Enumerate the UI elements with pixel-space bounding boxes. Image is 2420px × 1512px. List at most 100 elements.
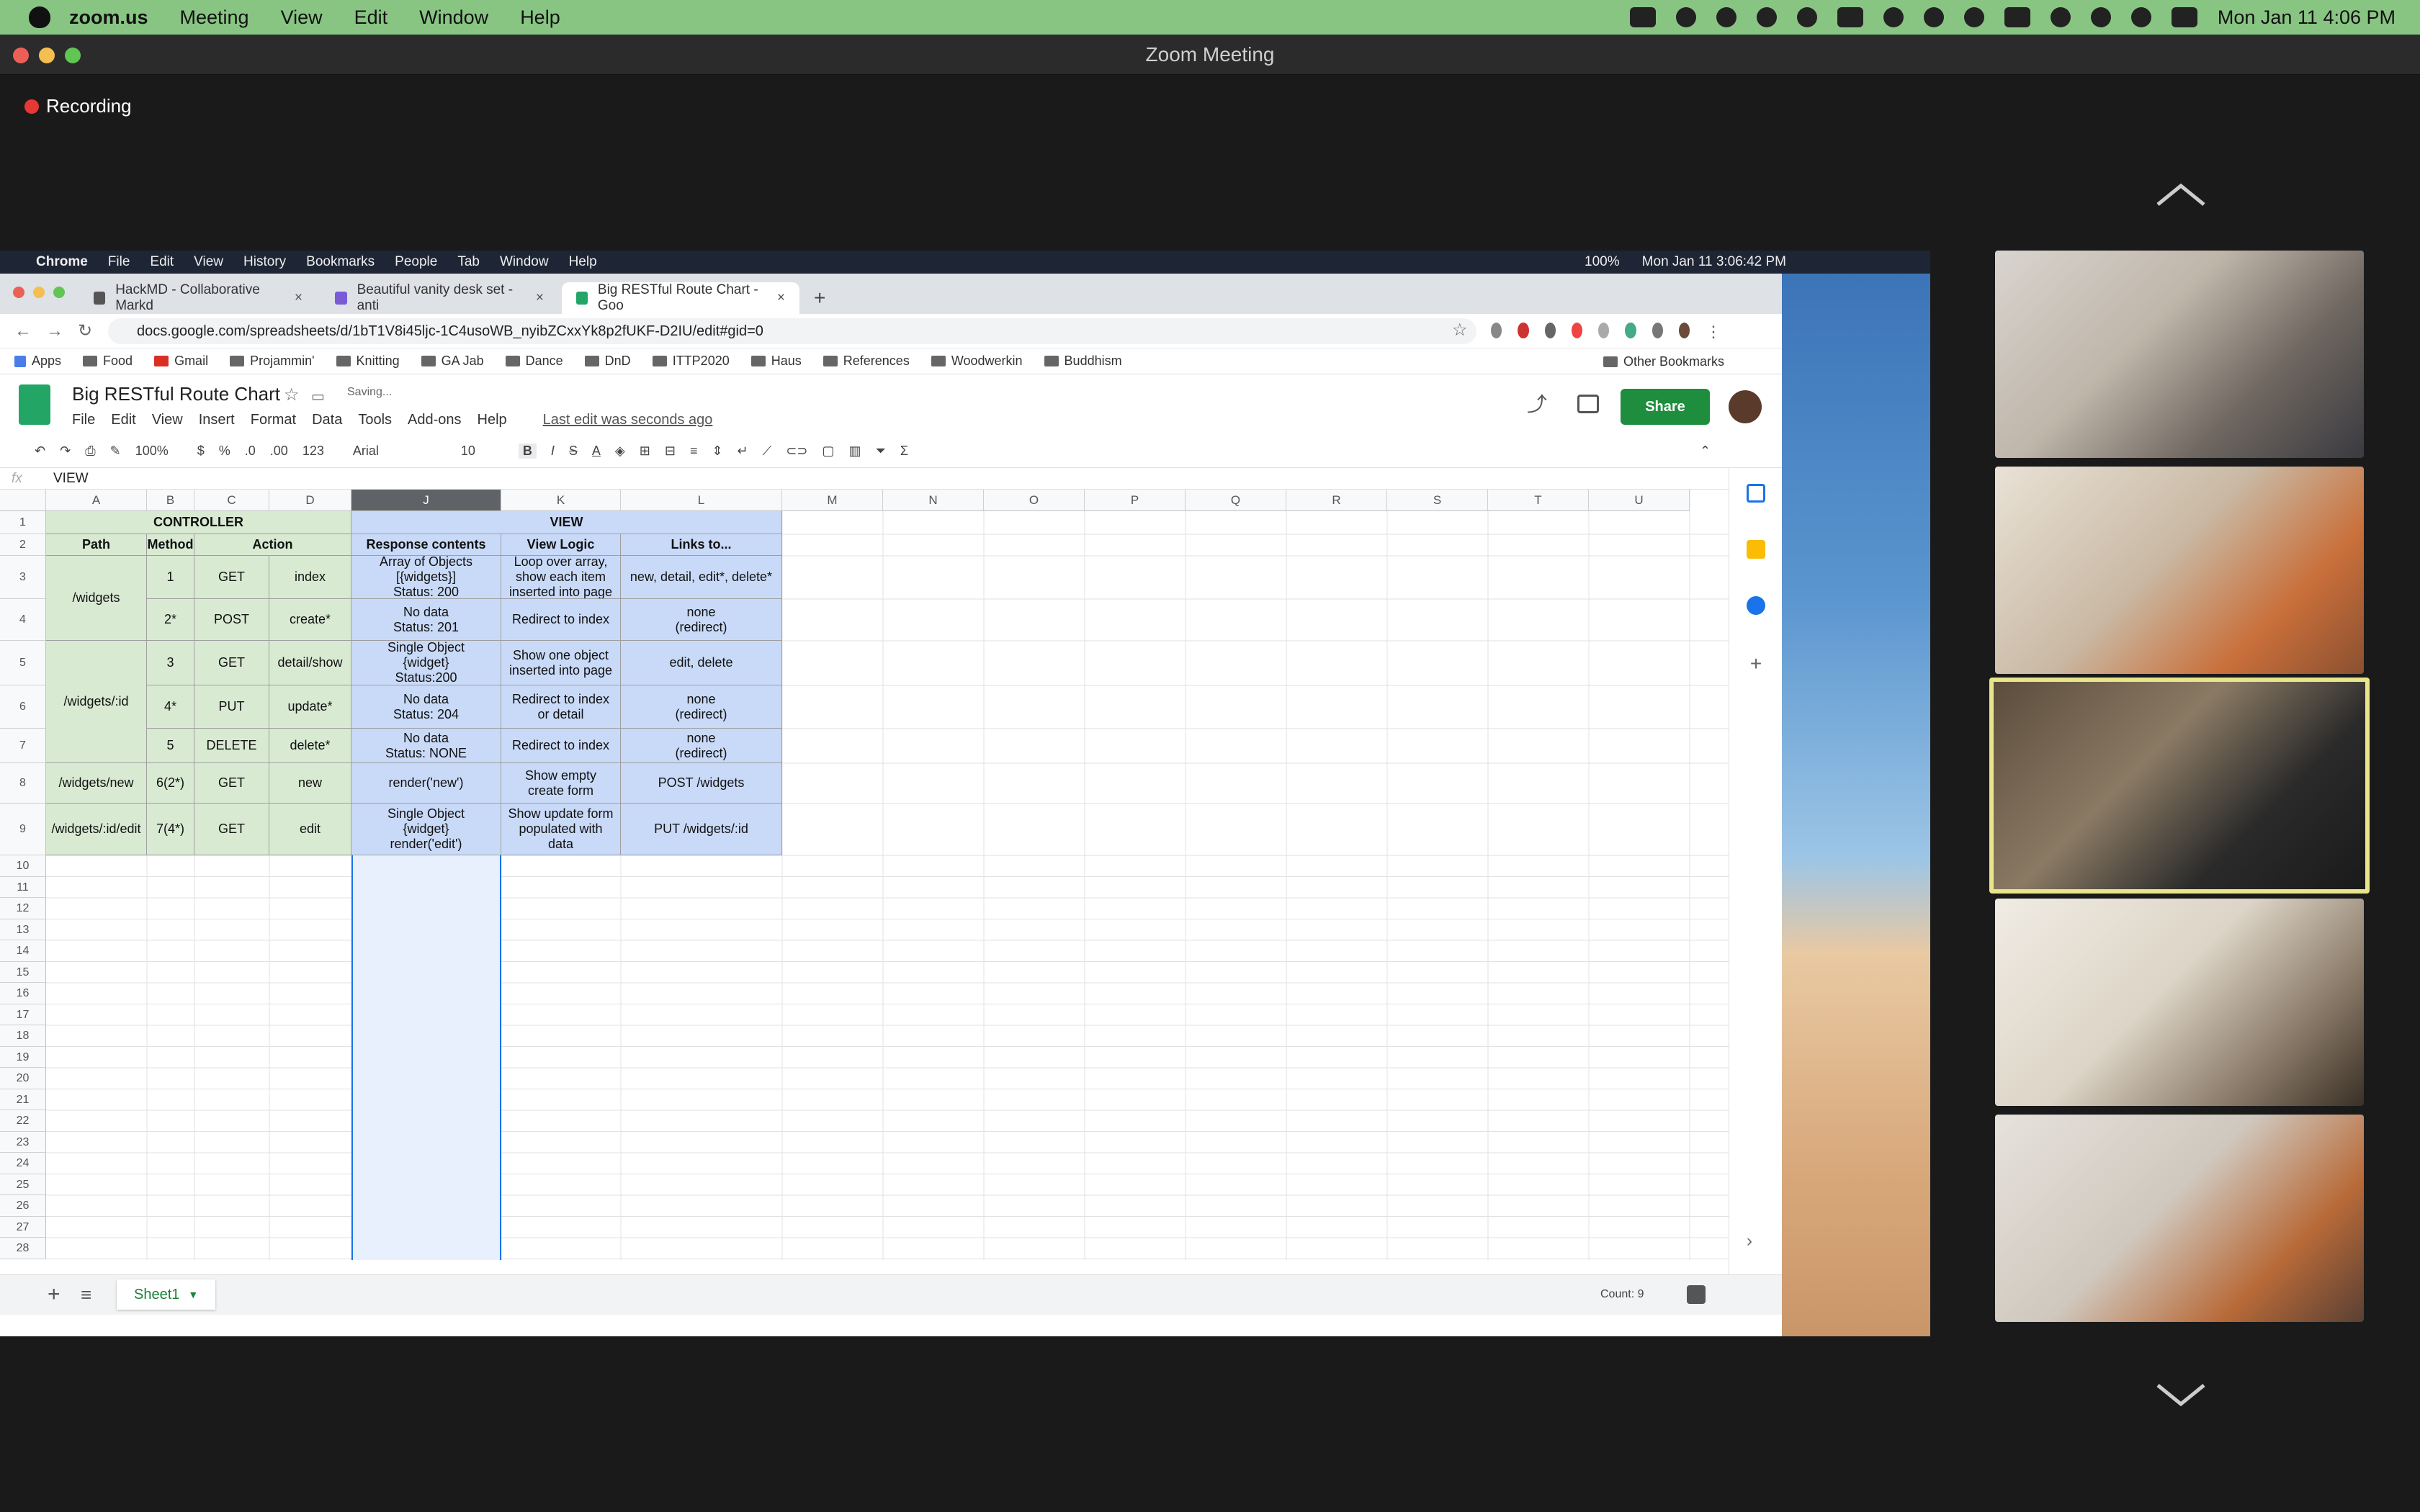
menu-meeting[interactable]: Meeting	[180, 6, 249, 29]
header-cell-response[interactable]: Response contents	[351, 534, 501, 556]
control-center-icon[interactable]	[2171, 7, 2197, 27]
user-icon[interactable]	[2090, 7, 2111, 27]
sheets-menu-tools[interactable]: Tools	[358, 412, 392, 428]
method-cell[interactable]: GET	[194, 556, 269, 599]
view-logic-cell[interactable]: Redirect to index	[501, 729, 621, 763]
document-title[interactable]: Big RESTful Route Chart	[72, 383, 280, 405]
shared-menu-edit[interactable]: Edit	[150, 254, 174, 270]
sheets-menu-view[interactable]: View	[152, 412, 183, 428]
row-header[interactable]: 10	[0, 855, 46, 877]
url-field[interactable]: docs.google.com/spreadsheets/d/1bT1V8i45…	[108, 318, 1476, 344]
bookmark-ga-jab[interactable]: GA Jab	[421, 354, 484, 369]
method-cell[interactable]: DELETE	[194, 729, 269, 763]
path-cell[interactable]: /widgets/:id	[46, 641, 147, 763]
row-header[interactable]: 12	[0, 898, 46, 919]
extension-icon[interactable]	[1518, 323, 1529, 338]
row-header[interactable]: 14	[0, 940, 46, 962]
extension-icon[interactable]	[1625, 323, 1636, 338]
path-cell[interactable]: /widgets/:id/edit	[46, 804, 147, 855]
row-header[interactable]: 4	[0, 599, 46, 641]
increase-decimal-button[interactable]: .00	[270, 444, 288, 459]
view-logic-cell[interactable]: Show empty create form	[501, 763, 621, 804]
notification-badge-icon[interactable]	[1716, 7, 1736, 27]
row-header[interactable]: 17	[0, 1004, 46, 1025]
row-header[interactable]: 11	[0, 876, 46, 898]
scroll-down-chevron-icon[interactable]	[2154, 1381, 2208, 1410]
bookmark-apps[interactable]: Apps	[14, 354, 61, 369]
links-cell[interactable]: edit, delete	[621, 641, 782, 685]
row-header[interactable]: 24	[0, 1153, 46, 1174]
browser-minimize-button[interactable]	[33, 287, 45, 298]
response-cell[interactable]: render('new')	[351, 763, 501, 804]
participant-video-1[interactable]	[1995, 251, 2364, 458]
paint-format-icon[interactable]: ✎	[110, 444, 121, 459]
method-cell[interactable]: GET	[194, 804, 269, 855]
functions-icon[interactable]: Σ	[900, 444, 908, 459]
row-header[interactable]: 23	[0, 1131, 46, 1153]
column-header-l[interactable]: L	[621, 490, 782, 511]
borders-icon[interactable]: ⊞	[640, 444, 650, 459]
font-size-select[interactable]: 10	[461, 444, 504, 459]
route-number-cell[interactable]: 3	[147, 641, 194, 685]
row-header[interactable]: 21	[0, 1089, 46, 1110]
row-header[interactable]: 13	[0, 919, 46, 940]
view-logic-cell[interactable]: Show one object inserted into page	[501, 641, 621, 685]
route-number-cell[interactable]: 4*	[147, 685, 194, 729]
view-logic-cell[interactable]: Show update form populated with data	[501, 804, 621, 855]
text-rotation-icon[interactable]: ⟋	[763, 444, 772, 459]
action-cell[interactable]: index	[269, 556, 351, 599]
reload-icon[interactable]: ↻	[78, 320, 92, 341]
share-button[interactable]: Share	[1621, 389, 1710, 425]
header-cell-logic[interactable]: View Logic	[501, 534, 621, 556]
links-cell[interactable]: none (redirect)	[621, 599, 782, 641]
response-cell[interactable]: Single Object {widget} Status:200	[351, 641, 501, 685]
vertical-align-icon[interactable]: ⇕	[712, 444, 722, 459]
column-header-d[interactable]: D	[269, 490, 351, 511]
profile-avatar[interactable]	[1678, 323, 1690, 338]
method-cell[interactable]: GET	[194, 763, 269, 804]
column-header-b[interactable]: B	[147, 490, 194, 511]
row-header[interactable]: 28	[0, 1238, 46, 1259]
comments-icon[interactable]	[1577, 395, 1599, 413]
action-cell[interactable]: new	[269, 763, 351, 804]
rocket-icon[interactable]	[1756, 7, 1777, 27]
sheets-menu-data[interactable]: Data	[312, 412, 342, 428]
forward-icon[interactable]: →	[46, 321, 63, 341]
decrease-decimal-button[interactable]: .0	[245, 444, 256, 459]
column-header-p[interactable]: P	[1085, 490, 1186, 511]
column-header-k[interactable]: K	[501, 490, 621, 511]
close-tab-icon[interactable]: ×	[536, 290, 544, 306]
participant-video-4[interactable]	[1995, 899, 2364, 1106]
filter-icon[interactable]: ⏷	[875, 444, 885, 459]
all-sheets-icon[interactable]: ≡	[81, 1284, 91, 1306]
participant-video-5[interactable]	[1995, 1115, 2364, 1322]
tasks-icon[interactable]	[1747, 596, 1765, 615]
column-header-u[interactable]: U	[1589, 490, 1690, 511]
extension-icon[interactable]	[1491, 323, 1502, 338]
bookmark-buddhism[interactable]: Buddhism	[1044, 354, 1122, 369]
action-cell[interactable]: update*	[269, 685, 351, 729]
percent-format-button[interactable]: %	[219, 444, 230, 459]
participant-video-2[interactable]	[1995, 467, 2364, 674]
menu-edit[interactable]: Edit	[354, 6, 388, 29]
extension-icon[interactable]	[1544, 323, 1556, 338]
redo-icon[interactable]: ↷	[60, 444, 71, 459]
undo-icon[interactable]: ↶	[35, 444, 45, 459]
insert-comment-icon[interactable]: ▢	[822, 444, 834, 459]
column-header-a[interactable]: A	[46, 490, 147, 511]
currency-format-button[interactable]: $	[197, 444, 205, 459]
shared-menu-chrome[interactable]: Chrome	[36, 254, 88, 270]
close-tab-icon[interactable]: ×	[777, 290, 785, 306]
header-cell-links[interactable]: Links to...	[621, 534, 782, 556]
row-header[interactable]: 7	[0, 729, 46, 763]
route-number-cell[interactable]: 6(2*)	[147, 763, 194, 804]
italic-icon[interactable]: I	[551, 444, 555, 459]
sheets-menu-help[interactable]: Help	[478, 412, 507, 428]
star-icon[interactable]: ☆	[284, 384, 300, 405]
row-header[interactable]: 8	[0, 763, 46, 804]
bookmark-dance[interactable]: Dance	[505, 354, 563, 369]
expand-panel-icon[interactable]: ›	[1747, 1231, 1765, 1251]
view-header-cell[interactable]: VIEW	[351, 511, 782, 534]
menu-app-zoom[interactable]: zoom.us	[69, 6, 148, 29]
select-all-corner[interactable]	[0, 490, 46, 511]
